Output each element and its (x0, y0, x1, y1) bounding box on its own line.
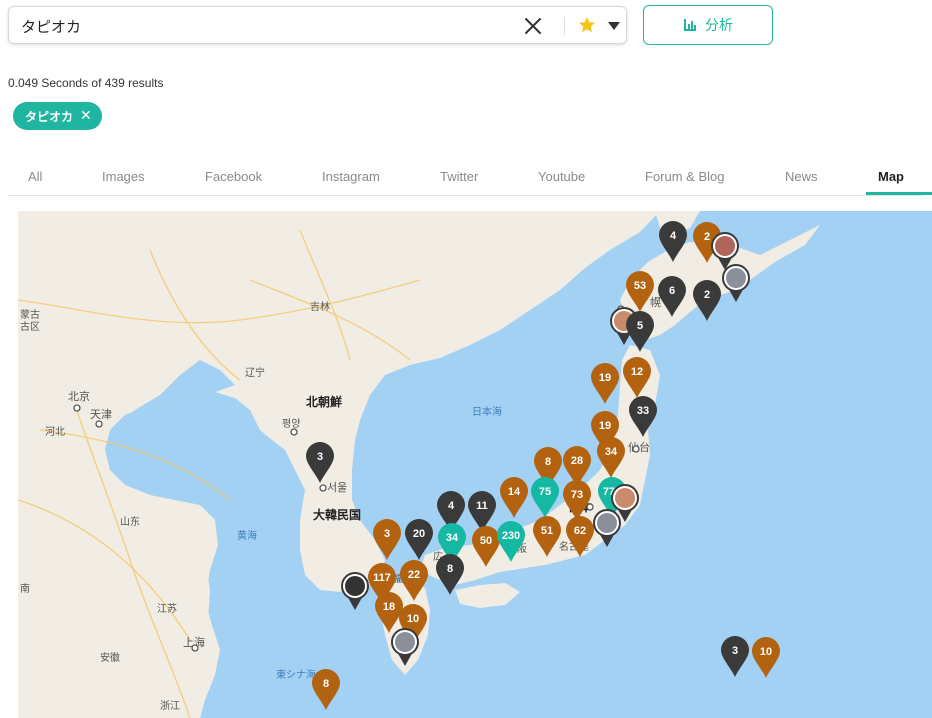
marker-count: 2 (704, 231, 710, 243)
close-icon (525, 18, 541, 34)
tab-map[interactable]: Map (878, 169, 904, 184)
marker-count: 5 (637, 320, 643, 332)
source-tabs: All Images Facebook Instagram Twitter Yo… (8, 160, 932, 196)
analyze-label: 分析 (705, 18, 733, 34)
svg-text:北朝鮮: 北朝鮮 (306, 394, 342, 409)
tab-youtube[interactable]: Youtube (538, 169, 585, 184)
search-input[interactable] (21, 14, 501, 38)
marker-count: 8 (447, 563, 453, 575)
marker-count: 51 (541, 525, 553, 537)
marker-count: 4 (670, 230, 677, 242)
active-tab-indicator (866, 192, 932, 195)
marker-count: 75 (539, 486, 551, 498)
svg-text:北京: 北京 (68, 389, 90, 403)
chip-label: タピオカ (25, 109, 74, 124)
marker-count: 8 (545, 456, 551, 468)
user-avatar (597, 513, 617, 533)
marker-count: 3 (732, 645, 738, 657)
marker-count: 19 (599, 372, 611, 384)
marker-count: 34 (605, 446, 618, 458)
search-box (8, 6, 627, 44)
svg-text:大韓民国: 大韓民国 (313, 507, 361, 522)
svg-text:安徽: 安徽 (100, 651, 120, 664)
bar-chart-icon (684, 19, 696, 31)
analyze-button[interactable]: 分析 (643, 5, 773, 45)
user-avatar (615, 488, 635, 508)
svg-text:辽宁: 辽宁 (245, 366, 265, 379)
tab-facebook[interactable]: Facebook (205, 169, 262, 184)
marker-count: 20 (413, 528, 425, 540)
svg-text:天津: 天津 (90, 408, 112, 421)
svg-text:서울: 서울 (327, 481, 347, 494)
marker-count: 3 (317, 451, 323, 463)
svg-text:日本海: 日本海 (472, 405, 502, 418)
svg-text:黄海: 黄海 (237, 529, 257, 542)
caret-down-icon (608, 22, 620, 30)
marker-count: 33 (637, 405, 649, 417)
user-avatar (395, 632, 415, 652)
marker-count: 230 (502, 530, 520, 542)
tab-images[interactable]: Images (102, 169, 145, 184)
marker-count: 3 (384, 528, 390, 540)
svg-text:古区: 古区 (20, 320, 40, 333)
marker-count: 6 (669, 285, 675, 297)
marker-count: 10 (407, 613, 419, 625)
keyword-chip: タピオカ ✕ (13, 102, 102, 130)
svg-text:河北: 河北 (45, 426, 65, 438)
marker-count: 19 (599, 420, 611, 432)
user-avatar (726, 268, 746, 288)
marker-count: 73 (571, 489, 583, 501)
user-avatar (345, 576, 365, 596)
tab-all[interactable]: All (28, 169, 42, 184)
marker-count: 53 (634, 280, 646, 292)
svg-text:江苏: 江苏 (157, 602, 177, 615)
tab-forum-blog[interactable]: Forum & Blog (645, 169, 724, 184)
tab-news[interactable]: News (785, 169, 818, 184)
svg-text:東シナ海: 東シナ海 (276, 668, 316, 681)
clear-search-button[interactable] (523, 16, 543, 36)
svg-text:南: 南 (20, 582, 30, 595)
svg-text:吉林: 吉林 (310, 300, 330, 313)
dropdown-button[interactable] (607, 19, 621, 31)
marker-count: 12 (631, 366, 643, 378)
divider (564, 17, 565, 35)
svg-text:幌: 幌 (650, 295, 661, 309)
marker-count: 2 (704, 289, 710, 301)
star-icon (579, 17, 595, 33)
svg-text:山东: 山东 (120, 515, 140, 528)
marker-count: 22 (408, 569, 420, 581)
favorite-button[interactable] (577, 15, 597, 35)
chip-remove-icon[interactable]: ✕ (80, 108, 92, 124)
marker-count: 14 (508, 486, 521, 498)
marker-count: 10 (760, 646, 772, 658)
svg-text:蒙古: 蒙古 (20, 308, 40, 321)
result-stats: 0.049 Seconds of 439 results (8, 76, 164, 90)
map-view[interactable]: 北京 天津 河北 山东 江苏 上海 安徽 浙江 吉林 辽宁 蒙古 古区 南 北朝… (18, 211, 932, 718)
marker-count: 62 (574, 525, 586, 537)
marker-count: 4 (448, 500, 455, 512)
user-avatar (715, 236, 735, 256)
marker-count: 117 (373, 572, 391, 584)
marker-count: 11 (476, 500, 488, 512)
map-canvas[interactable]: 北京 天津 河北 山东 江苏 上海 安徽 浙江 吉林 辽宁 蒙古 古区 南 北朝… (18, 211, 932, 718)
marker-count: 8 (323, 678, 329, 690)
tab-twitter[interactable]: Twitter (440, 169, 478, 184)
marker-count: 18 (383, 601, 395, 613)
svg-text:浙江: 浙江 (160, 700, 180, 712)
marker-count: 34 (446, 532, 459, 544)
svg-text:평양: 평양 (282, 418, 300, 430)
tab-instagram[interactable]: Instagram (322, 169, 380, 184)
marker-count: 28 (571, 455, 583, 467)
marker-count: 50 (480, 535, 492, 547)
